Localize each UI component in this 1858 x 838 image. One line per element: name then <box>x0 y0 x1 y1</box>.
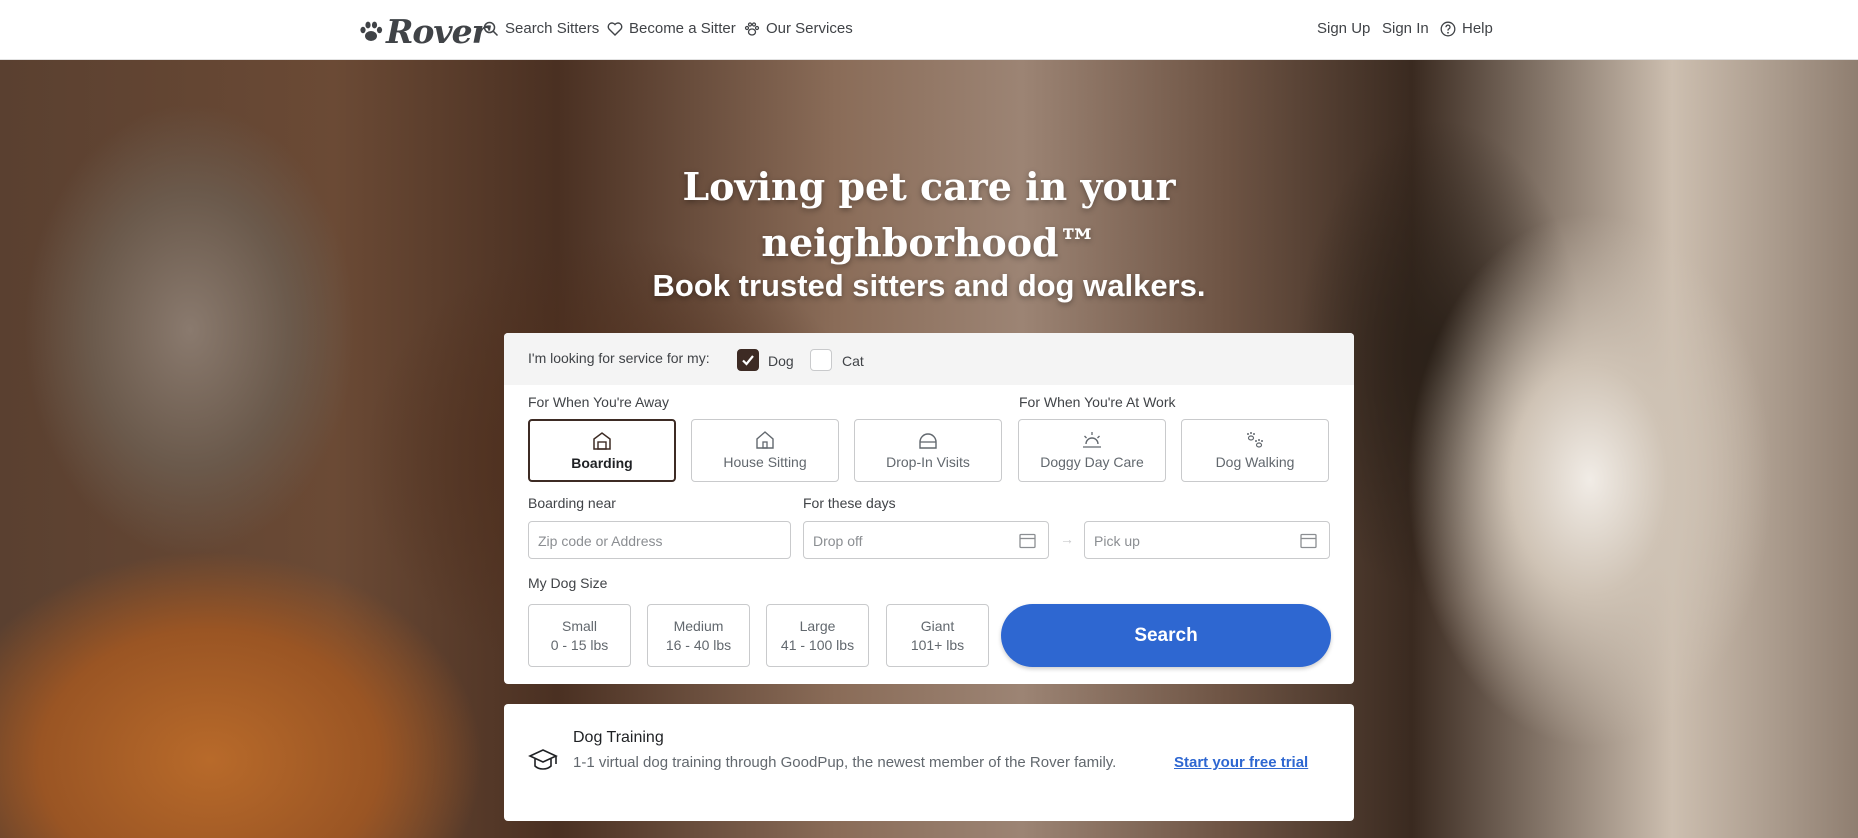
checkmark-icon <box>742 355 754 366</box>
date-range-arrow: → <box>1060 531 1074 547</box>
dog-checkbox[interactable] <box>737 349 759 371</box>
house-icon <box>756 431 774 449</box>
dog-checkbox-label: Dog <box>768 353 794 369</box>
nav-search-sitters[interactable]: Search Sitters <box>483 20 599 37</box>
graduation-cap-icon <box>528 749 558 770</box>
service-dog-walking[interactable]: Dog Walking <box>1181 419 1329 482</box>
pickup-placeholder: Pick up <box>1094 533 1140 549</box>
size-medium-name: Medium <box>673 618 724 634</box>
service-boarding[interactable]: Boarding <box>528 419 676 482</box>
size-small-button[interactable]: Small 0 - 15 lbs <box>528 604 631 667</box>
size-small-range: 0 - 15 lbs <box>550 637 609 653</box>
training-title: Dog Training <box>573 729 664 746</box>
sign-in-label: Sign In <box>1382 20 1429 37</box>
paw-icon <box>744 21 760 36</box>
cat-checkbox[interactable] <box>810 349 832 371</box>
search-form-card: I'm looking for service for my: Dog Cat … <box>504 333 1354 684</box>
paws-icon <box>1247 432 1263 448</box>
rover-logo[interactable]: Rover <box>358 12 489 51</box>
size-giant-range: 101+ lbs <box>910 637 965 653</box>
top-nav-bar: Rover Search Sitters Become a Sitter Our… <box>0 0 1858 60</box>
service-doggy-day-care[interactable]: Doggy Day Care <box>1018 419 1166 482</box>
calendar-icon <box>1019 533 1036 549</box>
training-description: 1-1 virtual dog training through GoodPup… <box>573 754 1117 771</box>
calendar-icon <box>1300 533 1317 549</box>
service-drop-in-visits[interactable]: Drop-In Visits <box>854 419 1002 482</box>
service-dog-walking-label: Dog Walking <box>1215 454 1295 470</box>
search-button[interactable]: Search <box>1001 604 1331 667</box>
size-small-name: Small <box>561 618 597 634</box>
hero-title-line-1: Loving pet care in your <box>682 164 1176 209</box>
free-trial-link[interactable]: Start your free trial <box>1174 754 1308 771</box>
size-large-range: 41 - 100 lbs <box>780 637 855 653</box>
size-giant-name: Giant <box>920 618 955 634</box>
help-link[interactable]: Help <box>1440 20 1493 37</box>
dog-training-promo: Dog Training 1-1 virtual dog training th… <box>504 704 1354 821</box>
service-house-sitting-label: House Sitting <box>723 454 807 470</box>
help-icon <box>1440 21 1456 36</box>
dropoff-date-input[interactable]: Drop off <box>803 521 1049 559</box>
dates-label: For these days <box>803 495 896 511</box>
group-away-label: For When You're Away <box>528 394 669 410</box>
sun-icon <box>1083 432 1101 448</box>
size-large-name: Large <box>799 618 836 634</box>
cat-checkbox-label: Cat <box>842 353 864 369</box>
service-doggy-day-care-label: Doggy Day Care <box>1040 454 1144 470</box>
location-label: Boarding near <box>528 495 616 511</box>
search-icon <box>483 21 499 36</box>
dropoff-placeholder: Drop off <box>813 533 863 549</box>
help-label: Help <box>1462 20 1493 37</box>
paw-logo-icon <box>360 21 383 41</box>
service-house-sitting[interactable]: House Sitting <box>691 419 839 482</box>
sign-up-link[interactable]: Sign Up <box>1317 20 1370 37</box>
dog-size-label: My Dog Size <box>528 575 608 591</box>
nav-become-sitter[interactable]: Become a Sitter <box>607 20 736 37</box>
location-placeholder: Zip code or Address <box>538 533 663 549</box>
hero-subtitle: Book trusted sitters and dog walkers. <box>652 268 1206 303</box>
location-input[interactable]: Zip code or Address <box>528 521 791 559</box>
boarding-icon <box>593 432 611 450</box>
sign-in-link[interactable]: Sign In <box>1382 20 1429 37</box>
pet-prompt-label: I'm looking for service for my: <box>528 350 710 366</box>
service-drop-in-visits-label: Drop-In Visits <box>886 454 970 470</box>
size-medium-button[interactable]: Medium 16 - 40 lbs <box>647 604 750 667</box>
logo-wordmark: Rover <box>386 12 489 51</box>
size-medium-range: 16 - 40 lbs <box>665 637 732 653</box>
hero-title-line-2: neighborhood™ <box>761 220 1097 265</box>
group-work-label: For When You're At Work <box>1019 394 1176 410</box>
size-giant-button[interactable]: Giant 101+ lbs <box>886 604 989 667</box>
pickup-date-input[interactable]: Pick up <box>1084 521 1330 559</box>
sign-up-label: Sign Up <box>1317 20 1371 37</box>
drop-in-icon <box>919 433 937 449</box>
nav-our-services-label: Our Services <box>766 20 853 37</box>
size-large-button[interactable]: Large 41 - 100 lbs <box>766 604 869 667</box>
nav-our-services[interactable]: Our Services <box>744 20 853 37</box>
nav-become-sitter-label: Become a Sitter <box>629 20 736 37</box>
service-boarding-label: Boarding <box>571 455 633 471</box>
nav-search-sitters-label: Search Sitters <box>505 20 600 37</box>
heart-icon <box>607 21 623 36</box>
